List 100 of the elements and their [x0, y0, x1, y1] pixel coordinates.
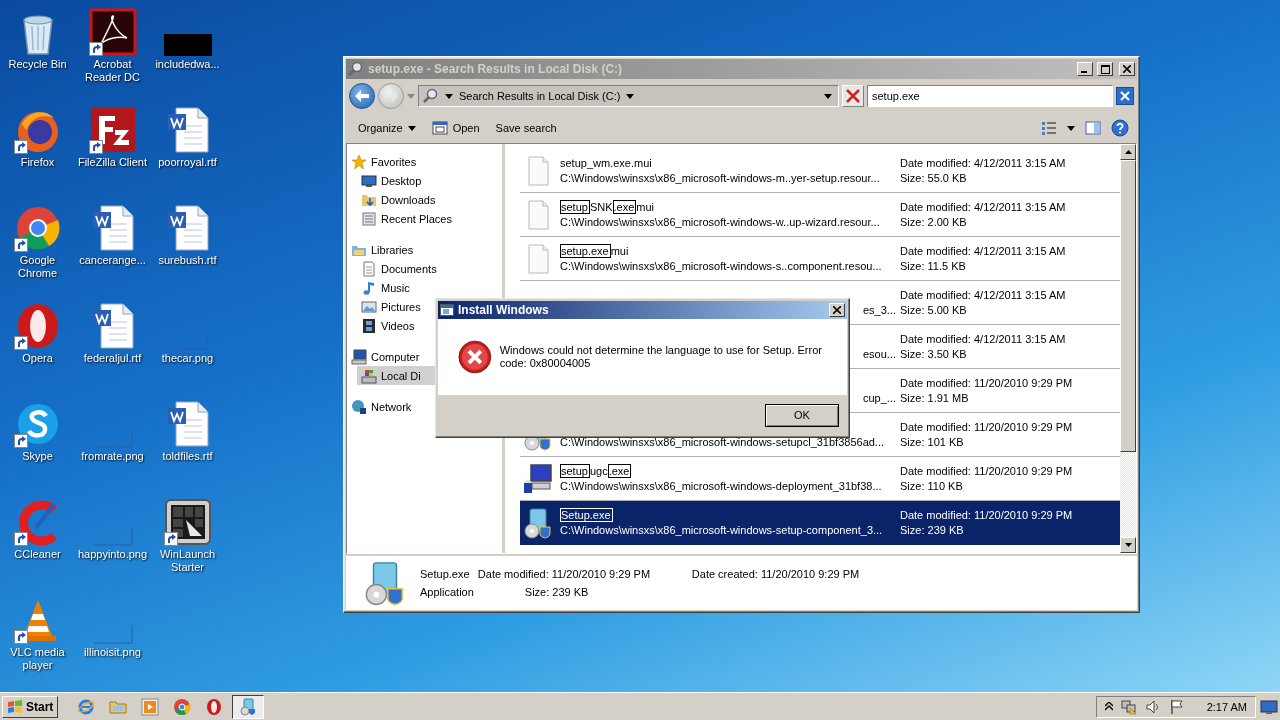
search-field[interactable]: setup.exe — [867, 85, 1113, 107]
desktop-icon-label[interactable]: includedwa... — [155, 58, 220, 71]
chevron-up-icon[interactable] — [1104, 702, 1113, 711]
preview-pane-button[interactable] — [1085, 118, 1101, 138]
date-modified: Date modified: 11/20/2010 9:29 PM — [900, 464, 1074, 478]
help-icon — [1111, 119, 1129, 137]
pane-icon — [1085, 120, 1101, 136]
file-path: es_3... — [862, 303, 896, 317]
window-icon — [440, 304, 454, 316]
desktop-icon-label[interactable]: Opera — [22, 352, 53, 365]
caret-icon — [626, 93, 635, 99]
scroll-down-button[interactable] — [1120, 537, 1136, 553]
file-path: C:\Windows\winsxs\x86_microsoft-windows-setupcl_31bf3856ad... — [560, 435, 886, 449]
file-row[interactable]: setup.exe mui C:\Windows\winsxs\x86_microsoft-windows-s..component.resou... Date modified: 4/12/2011 3:15 AM Size: 11.5 KB — [520, 237, 1120, 281]
error-message: Windows could not determine the language to use for Setup. Error code: 0x80004005 — [499, 344, 823, 370]
computer-icon — [522, 462, 554, 495]
file-size: Size: 239 KB — [900, 523, 965, 537]
desktop-icon-label[interactable]: Google Chrome — [0, 254, 75, 280]
file-path: C:\Windows\winsxs\x86_microsoft-windows-m..yer-setup.resour... — [560, 171, 881, 185]
file-row[interactable]: setup_wm.exe.mui C:\Windows\winsxs\x86_microsoft-windows-m..yer-setup.resour... Date modified: 4/12/2011 3:15 AM Size: 55.0 KB — [520, 149, 1120, 193]
desktop-icon-label[interactable]: Firefox — [20, 156, 55, 169]
desktop-icon-label[interactable]: Skype — [22, 450, 53, 463]
desktop-icon-label[interactable]: poorroyal.rtf — [158, 156, 217, 169]
desktop-icon-label[interactable]: Recycle Bin — [8, 58, 67, 71]
scroll-thumb[interactable] — [1120, 160, 1136, 452]
browser-icon — [77, 697, 96, 716]
help-button[interactable] — [1111, 118, 1129, 138]
close-button[interactable] — [1119, 62, 1135, 76]
launcher-app-icon — [163, 498, 212, 546]
taskbar-app-button[interactable] — [232, 694, 265, 719]
desktop-icon-label[interactable]: VLC media player — [0, 646, 75, 672]
address-bar[interactable]: Search Results in Local Disk (C:) — [418, 85, 839, 107]
nav-item[interactable]: Downloads — [357, 190, 502, 209]
nav-item[interactable]: Recent Places — [357, 209, 502, 228]
nav-item[interactable]: Network — [347, 397, 502, 416]
caret-up-icon — [1124, 150, 1132, 154]
scrollbar[interactable] — [1120, 144, 1136, 553]
file-name: setup SNK.exe mui — [560, 200, 656, 214]
back-arrow-icon — [355, 90, 369, 102]
back-button[interactable] — [349, 83, 375, 109]
file-path: C:\Windows\winsxs\x86_microsoft-windows-s..component.resou... — [560, 259, 883, 273]
blank-thumbnail-icon — [92, 624, 133, 644]
document-icon — [361, 260, 377, 277]
desktop-icon-label[interactable]: Acrobat Reader DC — [75, 58, 150, 84]
ok-button[interactable]: OK — [765, 403, 839, 427]
nav-item[interactable]: Libraries — [347, 240, 502, 259]
nav-item[interactable]: Desktop — [357, 171, 502, 190]
minimize-button[interactable] — [1077, 62, 1093, 76]
network-icon[interactable] — [1120, 698, 1137, 715]
clock[interactable]: 2:17 AM — [1206, 700, 1247, 713]
start-button[interactable]: Start — [2, 695, 59, 718]
desktop-icon-label[interactable]: cancerange... — [79, 254, 146, 267]
nav-item[interactable]: Videos — [357, 316, 502, 335]
desktop-icon-label[interactable]: federaljul.rtf — [83, 352, 142, 365]
nav-item[interactable]: Documents — [357, 259, 502, 278]
show-desktop-icon[interactable] — [1260, 698, 1278, 715]
blank-thumbnail-icon — [92, 428, 133, 448]
installer-icon — [239, 697, 258, 716]
close-icon — [1120, 91, 1130, 101]
browser-icon — [173, 697, 192, 716]
clear-search-button[interactable] — [1116, 87, 1134, 105]
toolbar-button[interactable]: Save search — [495, 122, 557, 134]
close-icon — [833, 306, 841, 314]
date-modified: Date modified: 4/12/2011 3:15 AM — [900, 244, 1067, 258]
forward-arrow-icon — [384, 90, 398, 102]
nav-item[interactable]: Music — [357, 278, 502, 297]
desktop-icon-label[interactable]: fromrate.png — [81, 450, 144, 463]
desktop-icon-label[interactable]: surebush.rtf — [158, 254, 217, 267]
address-dropdown-icon — [824, 93, 832, 99]
toolbar-button[interactable]: Open — [431, 120, 480, 136]
caret-icon — [445, 93, 453, 99]
open-icon — [431, 120, 448, 136]
close-icon — [846, 89, 860, 103]
file-row[interactable]: setup SNK.exe mui C:\Windows\winsxs\x86_microsoft-windows-w..up-wizard.resour... Date modified: 4/12/2011 3:15 AM Size: 2.00 KB — [520, 193, 1120, 237]
maximize-button[interactable] — [1097, 62, 1113, 76]
scroll-up-button[interactable] — [1120, 144, 1136, 160]
close-button[interactable] — [829, 303, 845, 317]
details-file-size: Size: 239 KB — [523, 586, 590, 598]
desktop-icon-label[interactable]: WinLaunch Starter — [150, 548, 225, 574]
desktop-icon-label[interactable]: happyinto.png — [77, 548, 148, 561]
details-date-modified: Date modified: 11/20/2010 9:29 PM — [477, 568, 652, 580]
details-file-type: Application — [420, 586, 474, 598]
file-size: Size: 110 KB — [900, 479, 964, 493]
toolbar-button[interactable]: Organize — [358, 122, 416, 134]
window-title: setup.exe - Search Results in Local Disk (C:) — [368, 62, 624, 76]
nav-item[interactable]: Favorites — [347, 152, 502, 171]
desktop-icon-label[interactable]: thecar.png — [161, 352, 214, 365]
file-row[interactable]: Setup.exe C:\Windows\winsxs\x86_microsoft-windows-setup-component_3... Date modified: 11/20/2010 9:29 PM Size: 239 KB — [520, 501, 1120, 545]
close-icon — [1123, 65, 1131, 73]
desktop-icon-label[interactable]: CCleaner — [14, 548, 61, 561]
stop-search-button[interactable] — [842, 85, 864, 107]
blank-thumbnail-icon — [92, 526, 133, 546]
installer-icon — [522, 506, 554, 539]
desktop-icon-label[interactable]: toldfiles.rtf — [162, 450, 213, 463]
four-color-flag-icon — [7, 698, 23, 715]
date-modified: Date modified: 11/20/2010 9:29 PM — [900, 376, 1074, 390]
desktop-icon-label[interactable]: FileZilla Client — [77, 156, 148, 169]
volume-icon[interactable] — [1144, 698, 1161, 715]
flag-icon[interactable] — [1168, 698, 1185, 715]
picture-frame-icon — [361, 298, 377, 315]
